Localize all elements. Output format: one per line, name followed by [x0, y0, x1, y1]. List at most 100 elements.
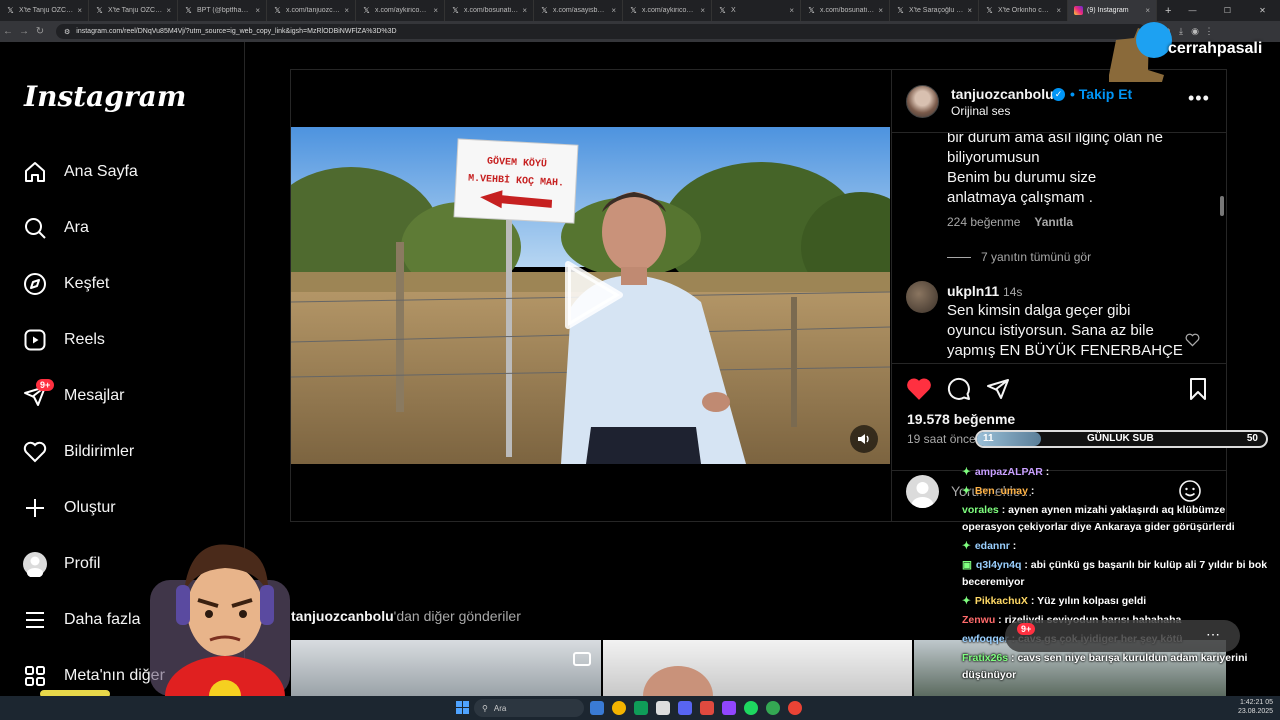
- sidebar-item-heart[interactable]: Bildirimler: [20, 432, 240, 472]
- close-tab-icon[interactable]: ×: [700, 6, 705, 15]
- close-tab-icon[interactable]: ×: [344, 6, 349, 15]
- sidebar-item-reels[interactable]: Reels: [20, 320, 240, 360]
- play-icon[interactable]: [560, 260, 624, 335]
- sidebar-item-label: Keşfet: [64, 275, 110, 292]
- sidebar-item-label: Ana Sayfa: [64, 163, 138, 180]
- chrome-icon[interactable]: [612, 701, 626, 715]
- save-icon[interactable]: [1187, 377, 1209, 406]
- volume-icon[interactable]: [850, 425, 878, 453]
- compass-icon: [20, 269, 50, 299]
- messages-widget[interactable]: 9+ ⋯: [1005, 620, 1240, 652]
- app-icon[interactable]: [634, 701, 648, 715]
- author-avatar[interactable]: [906, 85, 939, 118]
- windows-start-icon[interactable]: [456, 701, 469, 714]
- profile-icon: [20, 549, 50, 579]
- chat-separator: :: [1027, 595, 1038, 607]
- browser-tab[interactable]: 𝕏x.com/aykiricomtr ×: [623, 0, 712, 21]
- close-tab-icon[interactable]: ×: [1056, 6, 1061, 15]
- browser-tab[interactable]: 𝕏x.com/bosunatiklar ×: [801, 0, 890, 21]
- close-tab-icon[interactable]: ×: [967, 6, 972, 15]
- browser-tab[interactable]: 𝕏x.com/aykiricomtr ×: [356, 0, 445, 21]
- view-replies-button[interactable]: 7 yanıtın tümünü gör: [947, 250, 1091, 264]
- site-info-icon[interactable]: ⚙: [64, 28, 70, 36]
- close-tab-icon[interactable]: ×: [77, 6, 82, 15]
- discord-icon[interactable]: [678, 701, 692, 715]
- sidebar-item-compass[interactable]: Keşfet: [20, 264, 240, 304]
- app-icon[interactable]: [700, 701, 714, 715]
- more-posts-user[interactable]: tanjuozcanbolu: [291, 608, 394, 624]
- post-thumbnail[interactable]: [603, 640, 912, 696]
- post-thumbnail[interactable]: [291, 640, 601, 696]
- chat-username: ewfoqqer: [962, 633, 1009, 645]
- widget-more-icon[interactable]: ⋯: [1206, 626, 1220, 643]
- likes-count[interactable]: 19.578 beğenme: [907, 411, 1015, 427]
- more-options-icon[interactable]: •••: [1188, 88, 1210, 109]
- commenter-username[interactable]: ukpln11: [947, 283, 999, 299]
- close-window-icon[interactable]: ✕: [1245, 0, 1280, 21]
- sub-goal-label: GÜNLUK SUB: [1087, 433, 1154, 444]
- browser-tab[interactable]: 𝕏x.com/bosunatiklar ×: [445, 0, 534, 21]
- app-icon[interactable]: [590, 701, 604, 715]
- chat-message: ✦ edannr :: [962, 538, 1272, 555]
- close-tab-icon[interactable]: ×: [255, 6, 260, 15]
- follow-button[interactable]: • Takip Et: [1070, 86, 1132, 102]
- commenter-avatar[interactable]: [906, 281, 938, 313]
- tab-title: X'te Tanju ÖZCAN:: [108, 7, 163, 14]
- sidebar-item-messages[interactable]: 9+ Mesajlar: [20, 376, 240, 416]
- comment-line: Sen kimsin dalga geçer gibi: [947, 302, 1131, 319]
- close-tab-icon[interactable]: ×: [878, 6, 883, 15]
- close-tab-icon[interactable]: ×: [166, 6, 171, 15]
- minimize-icon[interactable]: —: [1175, 0, 1210, 21]
- chat-username: edannr: [974, 540, 1010, 552]
- browser-tab[interactable]: 𝕏 X'te Saraçoğlu Spor ×: [890, 0, 979, 21]
- meta-apps-icon: [20, 661, 50, 691]
- app-icon[interactable]: [766, 701, 780, 715]
- twitch-icon[interactable]: [722, 701, 736, 715]
- browser-tab[interactable]: 𝕏x.com/tanjuozcan ×: [267, 0, 356, 21]
- author-username[interactable]: tanjuozcanbolu: [951, 86, 1054, 102]
- back-icon[interactable]: ←: [0, 26, 16, 37]
- browser-tab[interactable]: 𝕏 BPT (@bptfhaber) /×: [178, 0, 267, 21]
- messages-widget-badge: 9+: [1017, 623, 1036, 635]
- instagram-logo[interactable]: Instagram: [24, 80, 186, 113]
- spotify-icon[interactable]: [744, 701, 758, 715]
- comment-icon[interactable]: [947, 377, 971, 406]
- sidebar-item-home[interactable]: Ana Sayfa: [20, 152, 240, 192]
- url-field[interactable]: ⚙ instagram.com/reel/DNqVu85M4Vj/?utm_so…: [56, 24, 1146, 39]
- forward-icon[interactable]: →: [16, 26, 32, 37]
- browser-tab[interactable]: 𝕏x.com/asayisberkem×: [534, 0, 623, 21]
- comment-likes[interactable]: 224 beğenme: [947, 215, 1020, 229]
- chat-badge-icon: ✦: [962, 466, 971, 478]
- close-tab-icon[interactable]: ×: [522, 6, 527, 15]
- close-tab-icon[interactable]: ×: [611, 6, 616, 15]
- comment-like-icon[interactable]: [1185, 333, 1200, 352]
- share-icon[interactable]: [986, 377, 1010, 406]
- browser-tab[interactable]: 𝕏 X'te Tanju ÖZCAN: ×: [0, 0, 89, 21]
- taskbar-search[interactable]: ⚲ Ara: [474, 699, 584, 717]
- taskbar-apps: [590, 701, 802, 715]
- taskbar-clock[interactable]: 1:42:21 05 23.08.2025: [1238, 698, 1273, 716]
- replies-line: [947, 256, 971, 258]
- sidebar-item-search[interactable]: Ara: [20, 208, 240, 248]
- browser-tab[interactable]: 𝕏 X'te Tanju ÖZCAN: ×: [89, 0, 178, 21]
- browser-tab[interactable]: 𝕏 X'te Orkinho cu: "İl...×: [979, 0, 1068, 21]
- close-tab-icon[interactable]: ×: [789, 6, 794, 15]
- close-tab-icon[interactable]: ×: [1145, 6, 1150, 15]
- scrollbar-thumb[interactable]: [1220, 196, 1224, 216]
- reload-icon[interactable]: ↻: [32, 26, 48, 37]
- comments-scrollbar[interactable]: [1219, 134, 1225, 360]
- close-tab-icon[interactable]: ×: [433, 6, 438, 15]
- reply-button[interactable]: Yanıtla: [1034, 215, 1073, 229]
- browser-tab[interactable]: 𝕏 X ×: [712, 0, 801, 21]
- streamer-avatar-overlay: [140, 520, 300, 720]
- browser-tab[interactable]: (9) Instagram ×: [1068, 0, 1157, 21]
- app-icon[interactable]: [788, 701, 802, 715]
- original-audio-link[interactable]: Orijinal ses: [951, 104, 1010, 118]
- x-icon: 𝕏: [897, 6, 904, 15]
- sidebar-item-label: Ara: [64, 219, 89, 236]
- x-icon: 𝕏: [808, 6, 815, 15]
- chat-separator: :: [1042, 466, 1050, 478]
- app-icon[interactable]: [656, 701, 670, 715]
- like-icon[interactable]: [906, 377, 932, 406]
- maximize-icon[interactable]: ☐: [1210, 0, 1245, 21]
